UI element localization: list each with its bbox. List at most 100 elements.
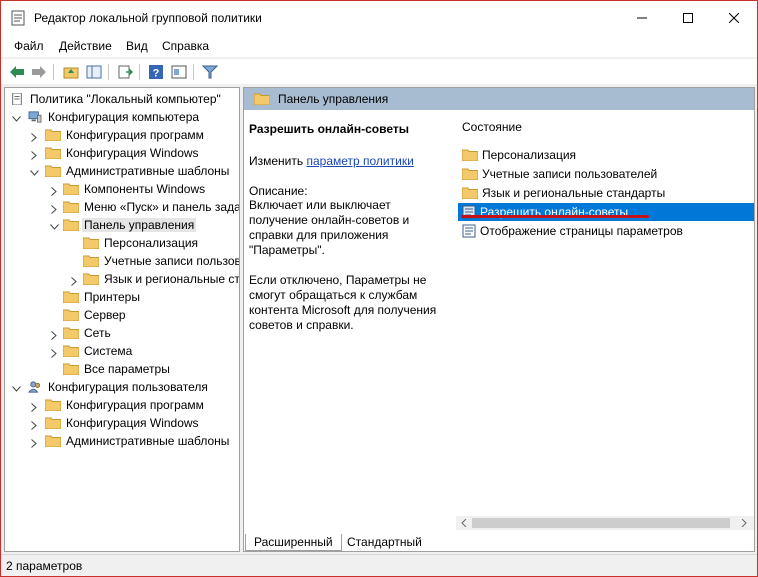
show-hide-tree-button[interactable] [84,62,104,82]
tree-item-local-computer-policy[interactable]: Политика "Локальный компьютер" [9,90,223,108]
folder-icon [45,435,61,447]
console-tree[interactable]: Политика "Локальный компьютер" Конфигура… [4,87,240,552]
filter-button[interactable] [200,62,220,82]
chevron-down-icon[interactable] [49,222,59,232]
up-level-button[interactable] [61,62,81,82]
tree-item-label: Политика "Локальный компьютер" [30,92,221,106]
tree-item-label: Сеть [84,326,111,340]
tree-item-user-accounts[interactable]: Учетные записи пользователей [83,252,239,270]
minimize-button[interactable] [619,1,665,35]
folder-icon [63,363,79,375]
column-header-state[interactable]: Состояние [462,120,522,134]
tree-item-all-settings[interactable]: Все параметры [63,360,172,378]
properties-button[interactable] [169,62,189,82]
tree-item-user-software-settings[interactable]: Конфигурация программ [45,396,206,414]
tree-item-server[interactable]: Сервер [63,306,128,324]
tree-item-user-config[interactable]: Конфигурация пользователя [27,378,210,396]
tree-item-label: Принтеры [84,290,140,304]
menu-action[interactable]: Действие [59,39,112,53]
folder-icon [63,291,79,303]
chevron-right-icon[interactable] [29,420,39,430]
tree-item-network[interactable]: Сеть [63,324,113,342]
menu-help[interactable]: Справка [162,39,209,53]
chevron-right-icon[interactable] [29,150,39,160]
close-button[interactable] [711,1,757,35]
computer-icon [28,111,42,123]
menu-bar: Файл Действие Вид Справка [1,35,757,57]
chevron-right-icon[interactable] [49,330,59,340]
menu-file[interactable]: Файл [14,39,44,53]
list-item-selected[interactable]: Разрешить онлайн-советы [458,203,754,221]
horizontal-scrollbar[interactable] [456,516,754,530]
chevron-right-icon[interactable] [49,204,59,214]
chevron-down-icon[interactable] [29,168,39,178]
tree-item-computer-config[interactable]: Конфигурация компьютера [27,108,201,126]
chevron-right-icon[interactable] [49,348,59,358]
tree-item-label: Учетные записи пользователей [104,254,239,268]
window-title: Редактор локальной групповой политики [34,11,262,25]
export-list-button[interactable] [115,62,135,82]
chevron-right-icon[interactable] [29,402,39,412]
folder-icon [83,237,99,249]
title-bar: Редактор локальной групповой политики [1,1,757,35]
svg-text:?: ? [153,68,160,80]
tree-item-start-menu-taskbar[interactable]: Меню «Пуск» и панель задач [63,198,239,216]
tab-extended[interactable]: Расширенный [245,534,342,551]
list-item[interactable]: Персонализация [458,146,754,164]
folder-icon [45,417,61,429]
folder-icon [83,255,99,267]
tree-item-user-admin-templates[interactable]: Административные шаблоны [45,432,231,450]
back-button[interactable] [7,62,27,82]
folder-icon [83,273,99,285]
tree-item-label: Все параметры [84,362,170,376]
help-button[interactable]: ? [146,62,166,82]
list-item[interactable]: Язык и региональные стандарты [458,184,754,202]
list-item-label: Отображение страницы параметров [480,224,683,238]
maximize-icon [683,13,693,23]
tree-item-label: Конфигурация пользователя [48,380,208,394]
details-pane: Панель управления Разрешить онлайн-совет… [243,87,755,552]
tree-item-control-panel[interactable]: Панель управления [63,216,197,234]
tree-item-label: Язык и региональные стандарты [104,272,240,286]
list-item[interactable]: Учетные записи пользователей [458,165,754,183]
tree-item-printers[interactable]: Принтеры [63,288,142,306]
scrollbar-thumb[interactable] [472,518,730,528]
console-tree-icon [86,65,102,79]
chevron-right-icon[interactable] [29,132,39,142]
folder-icon [45,165,61,177]
forward-button[interactable] [29,62,49,82]
tree-item-windows-components[interactable]: Компоненты Windows [63,180,207,198]
folder-icon [63,345,79,357]
chevron-right-icon[interactable] [49,186,59,196]
tree-item-user-windows-settings[interactable]: Конфигурация Windows [45,414,201,432]
details-header-title: Панель управления [278,92,389,106]
chevron-down-icon[interactable] [11,384,21,394]
tree-item-windows-settings[interactable]: Конфигурация Windows [45,144,201,162]
status-bar: 2 параметров [1,554,757,576]
tree-item-software-settings[interactable]: Конфигурация программ [45,126,206,144]
tree-item-system[interactable]: Система [63,342,134,360]
setting-title: Разрешить онлайн-советы [249,122,409,136]
tab-standard[interactable]: Стандартный [339,534,430,551]
maximize-button[interactable] [665,1,711,35]
chevron-down-icon[interactable] [11,114,21,124]
users-icon [28,381,41,393]
edit-policy-link[interactable]: параметр политики [306,154,413,168]
folder-open-icon [63,219,79,231]
folder-up-icon [63,67,79,79]
close-icon [729,13,739,23]
settings-list[interactable]: Состояние Персонализация Учетные записи … [456,110,754,530]
list-item[interactable]: Отображение страницы параметров [458,222,754,240]
tree-item-admin-templates[interactable]: Административные шаблоны [45,162,231,180]
tree-item-label: Компоненты Windows [84,182,206,196]
chevron-right-icon[interactable] [69,276,79,286]
chevron-right-icon[interactable] [29,438,39,448]
tree-item-regional-settings[interactable]: Язык и региональные стандарты [83,270,240,288]
toolbar-separator [139,64,140,80]
scroll-right-icon[interactable] [740,519,748,527]
tree-item-label: Конфигурация программ [66,398,204,412]
menu-view[interactable]: Вид [126,39,148,53]
tree-item-personalization[interactable]: Персонализация [83,234,200,252]
scroll-left-icon[interactable] [460,519,468,527]
list-item-label: Язык и региональные стандарты [482,186,666,200]
